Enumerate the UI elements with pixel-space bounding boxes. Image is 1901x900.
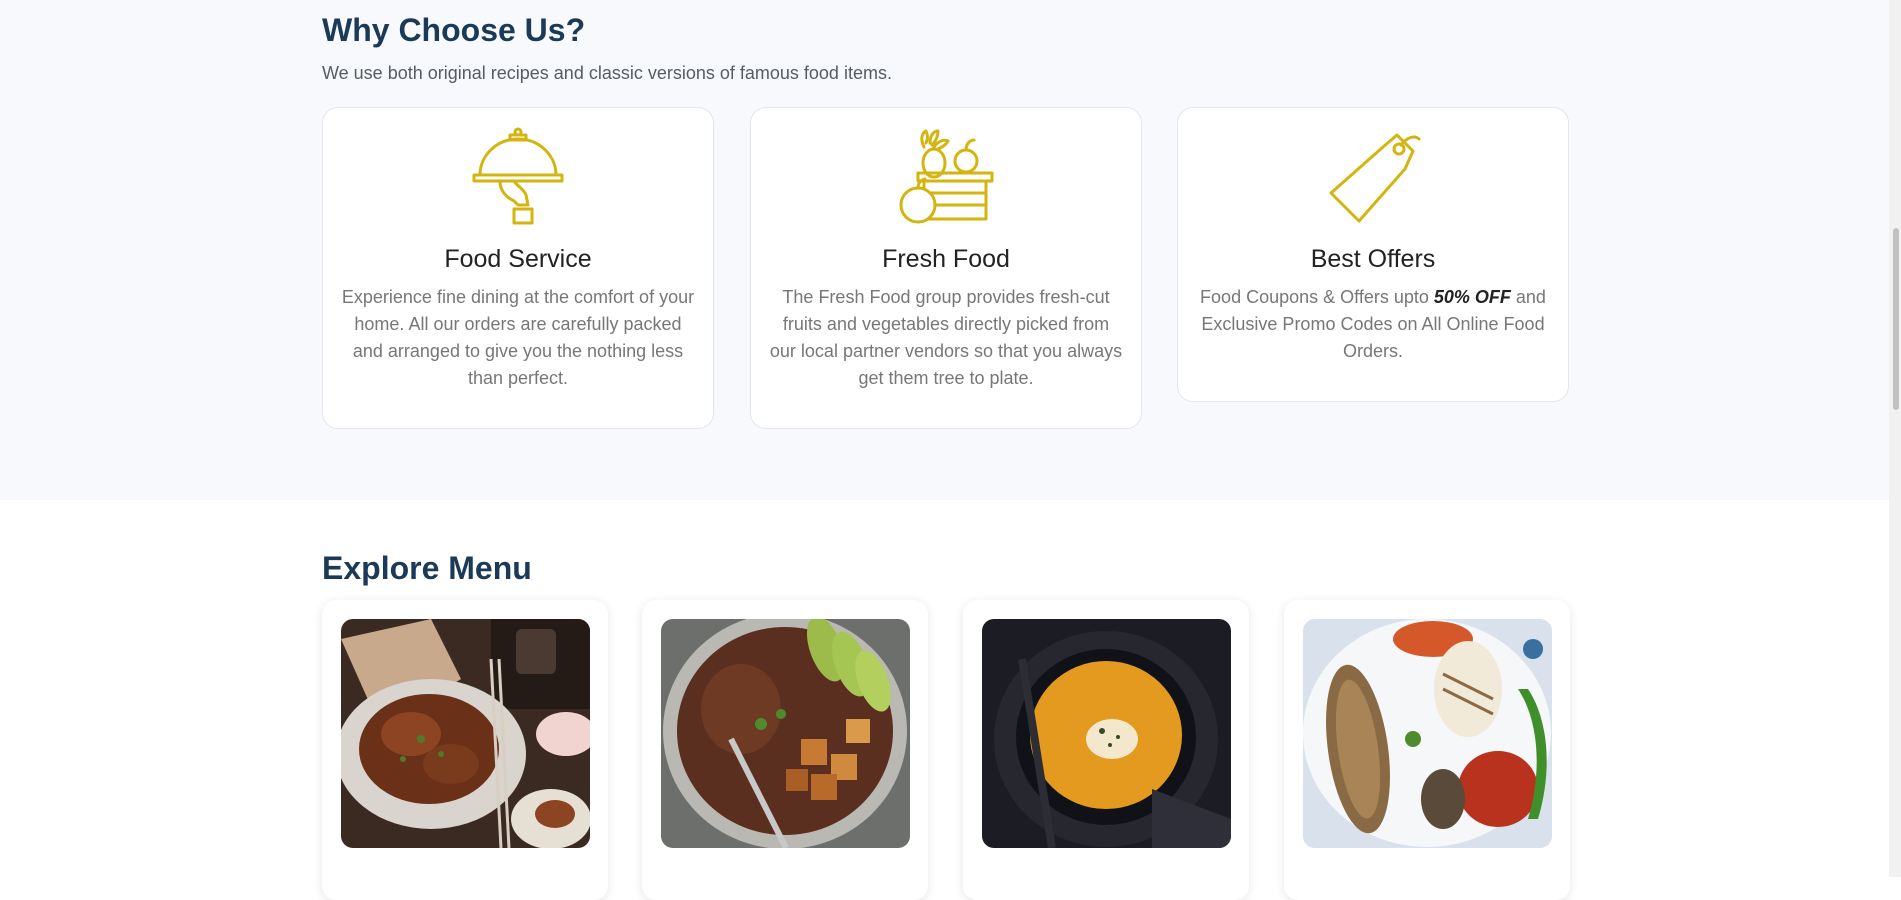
- offer-text-before: Food Coupons & Offers upto: [1200, 287, 1434, 307]
- pumpkin-soup-photo[interactable]: [982, 619, 1231, 848]
- price-tag-icon: [1329, 133, 1421, 223]
- explore-menu-title: Explore Menu: [322, 550, 532, 586]
- menu-card-tofu-bowl[interactable]: [642, 600, 928, 900]
- discount-highlight: 50% OFF: [1433, 287, 1511, 307]
- feature-description: Food Coupons & Offers upto 50% OFF and E…: [1178, 284, 1568, 365]
- fruit-basket-icon: [899, 129, 994, 224]
- menu-card-fried-chicken[interactable]: [322, 600, 608, 900]
- cloche-icon: [472, 127, 564, 225]
- feature-title: Fresh Food: [882, 245, 1010, 273]
- scrollbar-thumb[interactable]: [1893, 228, 1899, 410]
- fried-chicken-photo[interactable]: [341, 619, 590, 848]
- feature-card-best-offers: Best Offers Food Coupons & Offers upto 5…: [1177, 107, 1569, 402]
- section-subtitle: We use both original recipes and classic…: [322, 63, 892, 83]
- feature-title: Best Offers: [1310, 245, 1436, 273]
- tofu-avocado-bowl-photo[interactable]: [661, 619, 910, 848]
- feature-description: Experience fine dining at the comfort of…: [341, 287, 695, 388]
- feature-description: The Fresh Food group provides fresh-cut …: [769, 287, 1123, 388]
- feature-card-food-service: Food Service Experience fine dining at t…: [322, 107, 714, 429]
- why-choose-us-section: Why Choose Us? We use both original reci…: [0, 0, 1901, 500]
- grilled-seafood-platter-photo[interactable]: [1303, 619, 1552, 848]
- feature-title: Food Service: [444, 245, 592, 273]
- feature-card-fresh-food: Fresh Food The Fresh Food group provides…: [750, 107, 1142, 429]
- menu-card-seafood-platter[interactable]: [1284, 600, 1570, 900]
- menu-card-pumpkin-soup[interactable]: [963, 600, 1249, 900]
- page-scrollbar[interactable]: [1889, 0, 1901, 877]
- section-title: Why Choose Us?: [322, 12, 586, 48]
